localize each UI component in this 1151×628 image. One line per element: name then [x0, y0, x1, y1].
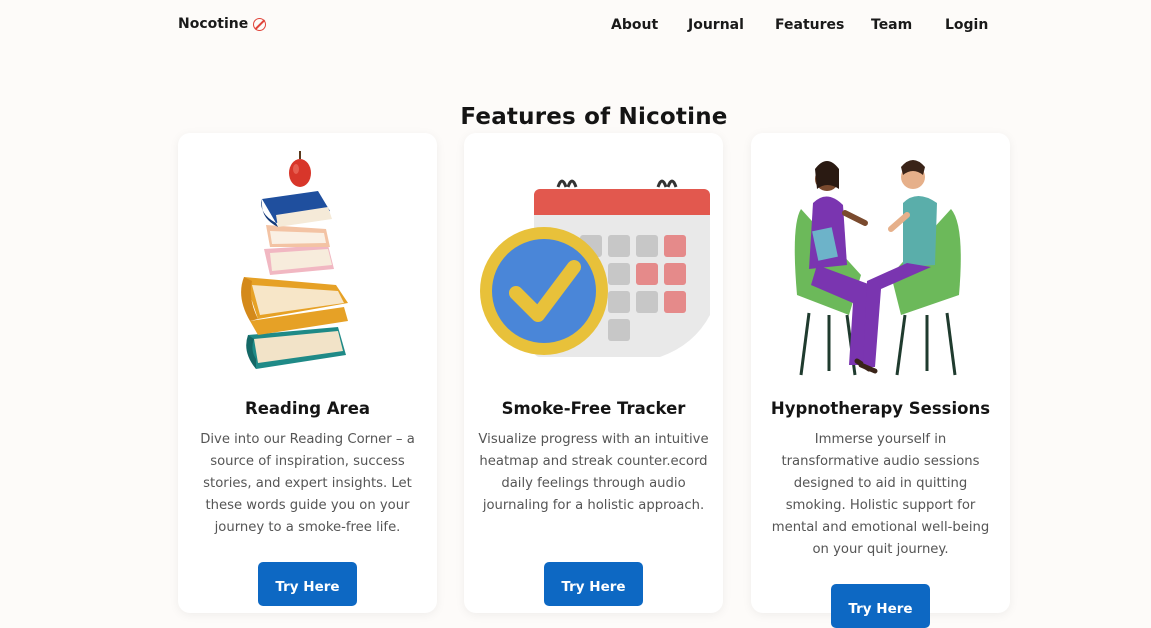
try-here-button-hypnotherapy[interactable]: Try Here	[831, 584, 930, 628]
feature-card-reading-area: Reading Area Dive into our Reading Corne…	[178, 133, 437, 613]
nav-link-features[interactable]: Features	[775, 17, 844, 33]
card-title: Hypnotherapy Sessions	[770, 399, 991, 418]
navbar: Nocotine About Journal Features Team Log…	[0, 0, 1151, 52]
nav-link-team[interactable]: Team	[871, 17, 912, 33]
nav-link-login[interactable]: Login	[945, 17, 988, 33]
card-title: Reading Area	[244, 399, 371, 418]
section-title: Features of Nicotine	[460, 104, 728, 131]
brand-logo[interactable]: Nocotine	[178, 16, 267, 32]
card-description: Dive into our Reading Corner – a source …	[200, 432, 415, 535]
therapy-session-illustration	[794, 160, 961, 376]
feature-card-smoke-free-tracker: Smoke-Free Tracker Visualize progress wi…	[464, 133, 723, 613]
feature-card-hypnotherapy: Hypnotherapy Sessions Immerse yourself i…	[751, 133, 1010, 628]
card-description: Visualize progress with an intuitive hea…	[478, 432, 709, 513]
stacked-books-apple-illustration	[241, 151, 348, 369]
calendar-checkmark-illustration	[480, 179, 710, 357]
card-description: Immerse yourself in transformative audio…	[771, 432, 990, 557]
try-here-button-reading[interactable]: Try Here	[258, 562, 357, 606]
brand-name: Nocotine	[178, 16, 249, 32]
try-here-button-tracker[interactable]: Try Here	[544, 562, 643, 606]
no-smoking-icon	[253, 17, 267, 31]
nav-link-journal[interactable]: Journal	[688, 17, 744, 33]
nav-link-about[interactable]: About	[611, 17, 658, 33]
card-title: Smoke-Free Tracker	[501, 399, 686, 418]
